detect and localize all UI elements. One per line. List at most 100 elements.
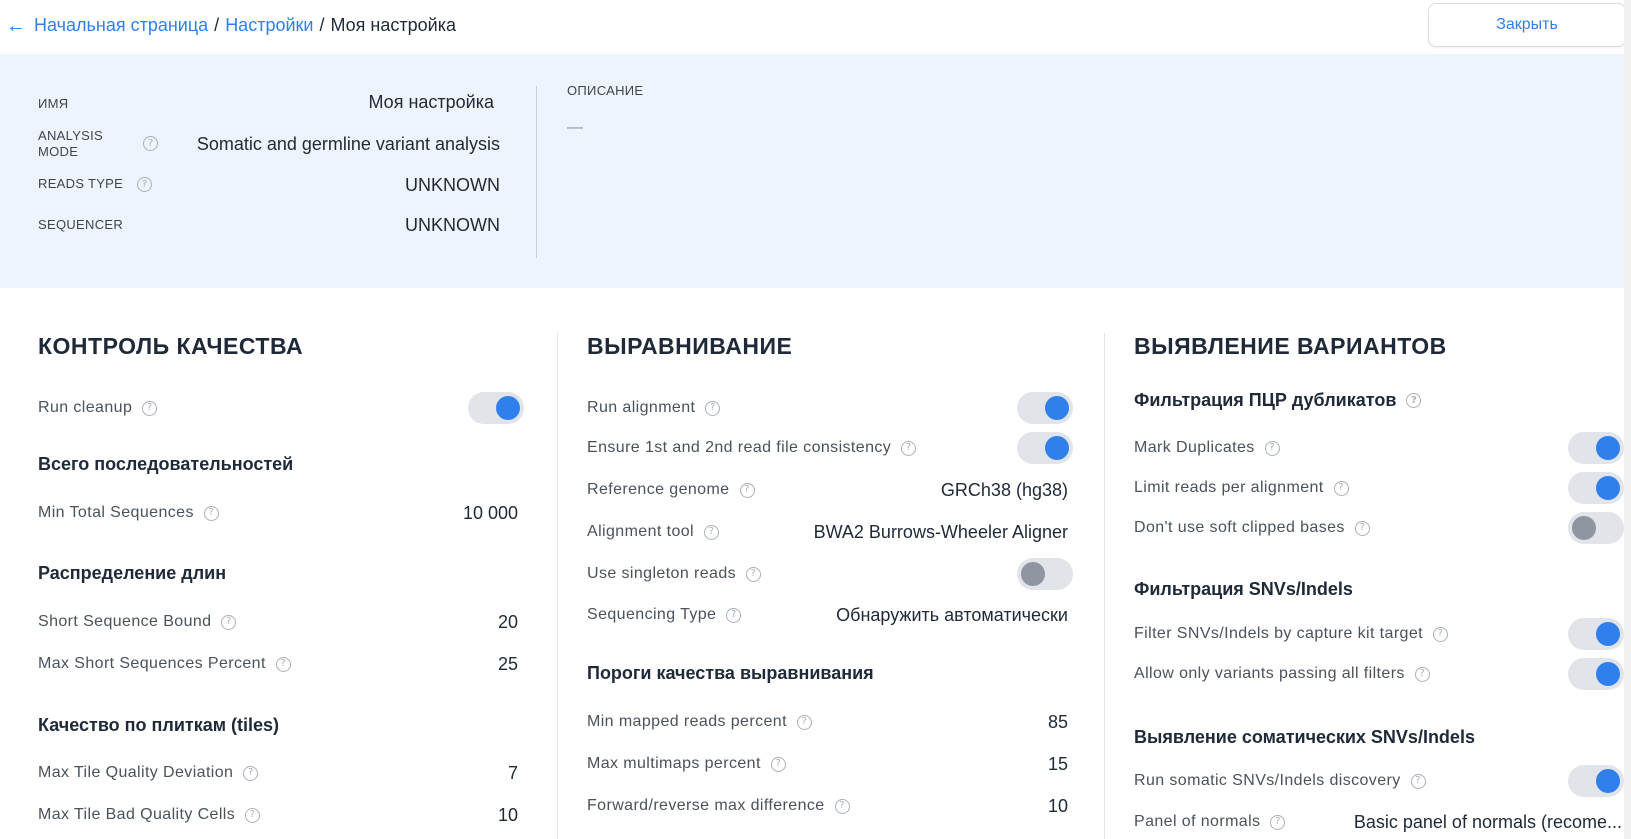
toggle-knob (1596, 476, 1620, 500)
capture-kit-toggle[interactable] (1568, 618, 1624, 650)
max-multimaps-value: 15 (1047, 753, 1068, 774)
panel-normals-label: Panel of normals (1134, 813, 1261, 830)
run-cleanup-row: Run cleanup? (38, 392, 524, 424)
help-icon[interactable]: ? (705, 400, 721, 416)
fr-max-diff-row: Forward/reverse max difference? 10 (587, 790, 1068, 822)
help-icon[interactable]: ? (221, 614, 237, 630)
analysis-mode-value: Somatic and germline variant analysis (196, 134, 500, 154)
close-button[interactable]: Закрыть (1428, 3, 1626, 47)
run-cleanup-label-wrap: Run cleanup? (38, 399, 158, 417)
help-icon[interactable]: ? (796, 714, 812, 730)
max-tile-bad-label-wrap: Max Tile Bad Quality Cells? (38, 806, 261, 824)
run-alignment-label: Run alignment (587, 399, 696, 416)
reference-genome-value[interactable]: GRCh38 (hg38) (941, 480, 1068, 501)
help-icon[interactable]: ? (275, 656, 291, 672)
ensure-consistency-toggle[interactable] (1017, 432, 1073, 464)
help-icon[interactable]: ? (243, 765, 259, 781)
alignment-tool-label: Alignment tool (587, 523, 694, 540)
help-icon[interactable]: ? (834, 798, 850, 814)
toggle-knob (1596, 662, 1620, 686)
help-icon[interactable]: ? (203, 505, 219, 521)
max-short-pct-row: Max Short Sequences Percent? 25 (38, 648, 518, 680)
help-icon[interactable]: ? (142, 400, 158, 416)
max-tile-bad-label: Max Tile Bad Quality Cells (38, 806, 236, 823)
min-mapped-label: Min mapped reads percent (587, 713, 787, 730)
help-icon[interactable]: ? (770, 756, 786, 772)
singleton-label: Use singleton reads (587, 565, 737, 582)
run-somatic-toggle[interactable] (1568, 765, 1624, 797)
help-icon[interactable]: ? (704, 524, 719, 540)
help-icon[interactable]: ? (1406, 393, 1422, 408)
passing-filters-toggle[interactable] (1568, 658, 1624, 690)
capture-kit-label-wrap: Filter SNVs/Indels by capture kit target… (1134, 625, 1448, 643)
help-icon[interactable]: ? (137, 177, 152, 192)
limit-reads-label-wrap: Limit reads per alignment? (1134, 479, 1349, 497)
help-icon[interactable]: ? (1433, 626, 1448, 642)
passing-filters-label-wrap: Allow only variants passing all filters? (1134, 665, 1430, 683)
toggle-knob (1021, 562, 1045, 586)
toggle-knob (1596, 769, 1620, 793)
reference-genome-label-wrap: Reference genome? (587, 481, 755, 499)
run-alignment-toggle[interactable] (1017, 392, 1073, 424)
toggle-knob (1572, 516, 1596, 540)
mark-duplicates-toggle[interactable] (1568, 432, 1624, 464)
soft-clipped-toggle[interactable] (1568, 512, 1624, 544)
alignment-tool-label-wrap: Alignment tool? (587, 523, 719, 541)
breadcrumb-current: Моя настройка (330, 15, 456, 35)
help-icon[interactable]: ? (739, 482, 755, 498)
breadcrumb-settings-link[interactable]: Настройки (225, 15, 313, 36)
alignment-tool-row: Alignment tool? BWA2 Burrows-Wheeler Ali… (587, 516, 1068, 548)
max-multimaps-label: Max multimaps percent (587, 755, 761, 772)
help-icon[interactable]: ? (746, 566, 762, 582)
run-somatic-label: Run somatic SNVs/Indels discovery (1134, 772, 1401, 789)
total-sequences-title: Всего последовательностей (38, 454, 294, 474)
scrollbar[interactable] (1624, 0, 1631, 839)
passing-filters-label: Allow only variants passing all filters (1134, 665, 1405, 682)
reference-genome-row: Reference genome? GRCh38 (hg38) (587, 474, 1068, 506)
run-somatic-row: Run somatic SNVs/Indels discovery? (1134, 765, 1624, 797)
reads-type-label: READS TYPE (38, 176, 124, 191)
max-short-pct-label: Max Short Sequences Percent (38, 655, 266, 672)
name-label: ИМЯ (38, 96, 69, 111)
help-icon[interactable]: ? (1414, 666, 1430, 682)
sequencing-type-value[interactable]: Обнаружить автоматически (836, 605, 1068, 626)
alignment-tool-value[interactable]: BWA2 Burrows-Wheeler Aligner (814, 522, 1068, 543)
breadcrumb-home-link[interactable]: Начальная страница (34, 15, 208, 36)
alignment-title: ВЫРАВНИВАНИЕ (587, 333, 793, 359)
capture-kit-row: Filter SNVs/Indels by capture kit target… (1134, 618, 1624, 650)
panel-normals-value[interactable]: Basic panel of normals (recome... (1354, 812, 1622, 833)
singleton-row: Use singleton reads? (587, 558, 1073, 590)
max-tile-bad-value: 10 (497, 804, 518, 825)
singleton-toggle[interactable] (1017, 558, 1073, 590)
breadcrumb-separator: / (319, 15, 325, 35)
help-icon[interactable]: ? (901, 440, 917, 456)
help-icon[interactable]: ? (1333, 480, 1349, 496)
soft-clipped-row: Don't use soft clipped bases? (1134, 512, 1624, 544)
limit-reads-toggle[interactable] (1568, 472, 1624, 504)
ensure-consistency-label: Ensure 1st and 2nd read file consistency (587, 439, 892, 456)
min-total-value: 10 000 (462, 502, 518, 523)
help-icon[interactable]: ? (1270, 814, 1286, 830)
max-tile-dev-label: Max Tile Quality Deviation (38, 764, 234, 781)
run-cleanup-label: Run cleanup (38, 399, 133, 416)
help-icon[interactable]: ? (1410, 773, 1426, 789)
analysis-mode-label-line2: MODE (38, 144, 79, 159)
help-icon[interactable]: ? (245, 807, 261, 823)
singleton-label-wrap: Use singleton reads? (587, 565, 762, 583)
help-icon[interactable]: ? (143, 136, 158, 151)
length-distribution-title: Распределение длин (38, 563, 227, 583)
tiles-title: Качество по плиткам (tiles) (38, 715, 280, 735)
analysis-mode-label-line1: ANALYSIS (38, 128, 104, 143)
short-bound-row: Short Sequence Bound? 20 (38, 606, 518, 638)
run-cleanup-toggle[interactable] (468, 392, 524, 424)
back-arrow-icon[interactable]: ← (6, 16, 26, 36)
max-tile-dev-label-wrap: Max Tile Quality Deviation? (38, 764, 259, 782)
toggle-knob (1596, 436, 1620, 460)
toggle-knob (1045, 396, 1069, 420)
help-icon[interactable]: ? (1264, 440, 1280, 456)
variants-title: ВЫЯВЛЕНИЕ ВАРИАНТОВ (1134, 333, 1447, 359)
min-mapped-label-wrap: Min mapped reads percent? (587, 713, 812, 731)
help-icon[interactable]: ? (726, 607, 742, 623)
help-icon[interactable]: ? (1354, 520, 1370, 536)
toggle-knob (1045, 436, 1069, 460)
